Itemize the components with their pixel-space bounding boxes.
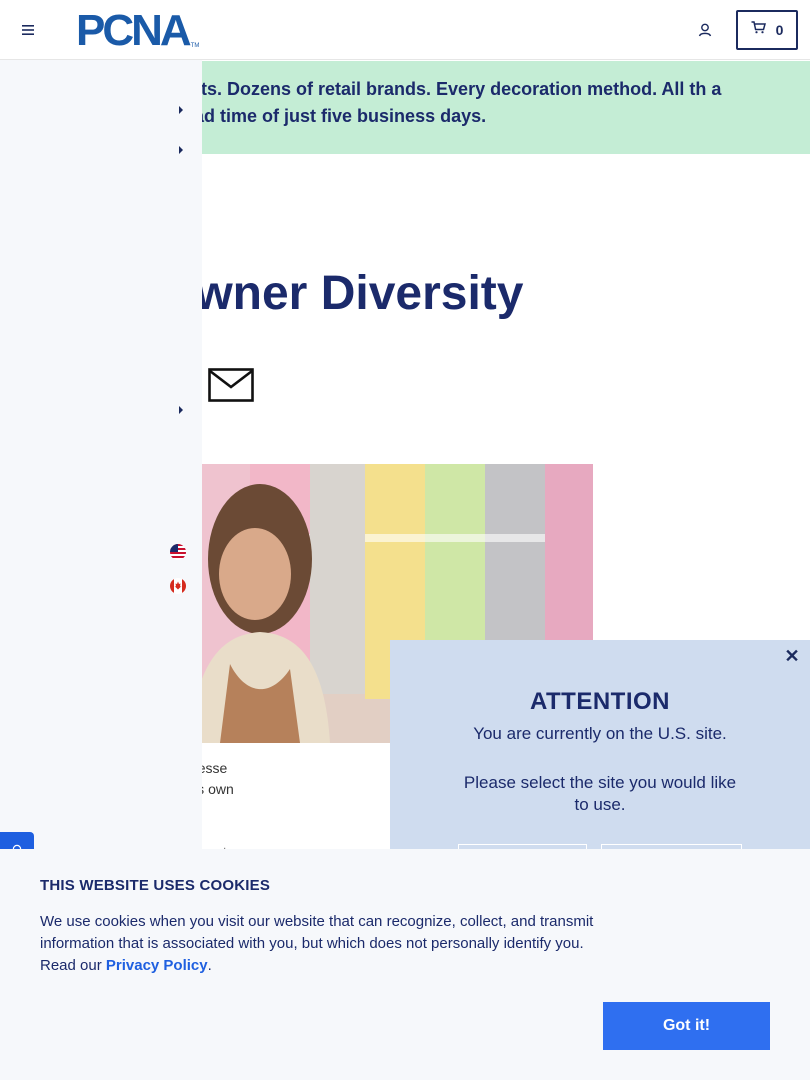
logo-text: PCNA xyxy=(76,6,192,55)
chevron-right-icon xyxy=(179,146,183,154)
email-share-icon[interactable] xyxy=(208,368,254,402)
drawer-menu-item[interactable] xyxy=(0,95,202,125)
canada-flag-icon[interactable] xyxy=(170,578,186,594)
cookie-title: THIS WEBSITE USES COOKIES xyxy=(40,877,271,894)
logo-trademark: TM xyxy=(190,43,200,49)
user-account-icon[interactable] xyxy=(694,19,716,41)
shopping-cart-icon xyxy=(751,21,766,39)
close-icon[interactable]: ✕ xyxy=(784,647,800,665)
us-flag-icon[interactable] xyxy=(170,544,186,560)
cookie-consent-banner: THIS WEBSITE USES COOKIES We use cookies… xyxy=(0,849,810,1080)
cart-button[interactable]: 0 xyxy=(736,10,798,50)
site-header: PCNA TM 0 xyxy=(0,0,810,60)
modal-title: ATTENTION xyxy=(529,688,671,715)
accept-cookies-button[interactable]: Got it! xyxy=(603,1002,770,1050)
chevron-right-icon xyxy=(179,406,183,414)
cookie-text-end: . xyxy=(207,957,212,974)
promo-banner-text: ls of products. Dozens of retail brands.… xyxy=(98,79,722,126)
hamburger-menu-icon[interactable] xyxy=(18,20,38,40)
site-selection-modal: ✕ ATTENTION You are currently on the U.S… xyxy=(390,640,810,860)
cookie-description: We use cookies when you visit our websit… xyxy=(40,911,600,977)
modal-subtitle: You are currently on the U.S. site. xyxy=(473,724,727,743)
chevron-right-icon xyxy=(179,106,183,114)
pcna-logo[interactable]: PCNA TM xyxy=(76,6,200,55)
cart-count: 0 xyxy=(775,22,784,38)
modal-prompt: Please select the site you would like to… xyxy=(463,773,737,814)
privacy-policy-link[interactable]: Privacy Policy xyxy=(106,957,208,974)
drawer-menu-item[interactable] xyxy=(0,395,202,425)
drawer-menu-item[interactable] xyxy=(0,135,202,165)
